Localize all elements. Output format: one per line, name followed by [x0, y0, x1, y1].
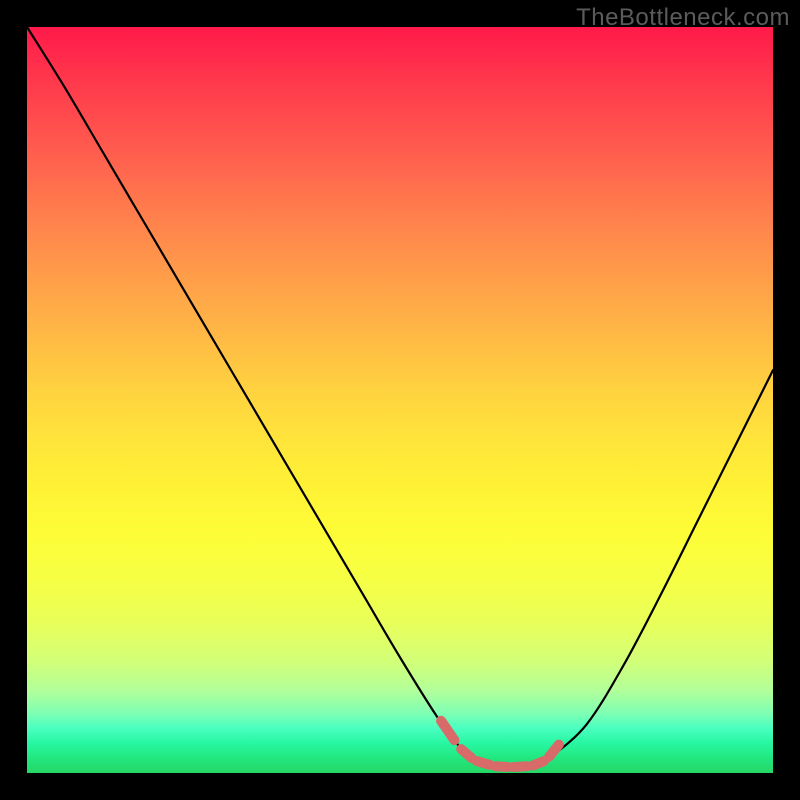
flat-dash: [477, 761, 490, 765]
chart-frame: TheBottleneck.com: [0, 0, 800, 800]
flat-segment-dashes: [441, 721, 559, 767]
flat-dash: [495, 766, 508, 767]
bottleneck-curve-svg: [27, 27, 773, 773]
flat-dash: [441, 721, 454, 740]
watermark-text: TheBottleneck.com: [576, 4, 790, 32]
flat-dash: [514, 766, 527, 767]
flat-dash: [461, 749, 471, 758]
flat-dash: [533, 761, 544, 765]
bottleneck-curve-path: [27, 27, 773, 767]
flat-dash: [549, 745, 559, 757]
